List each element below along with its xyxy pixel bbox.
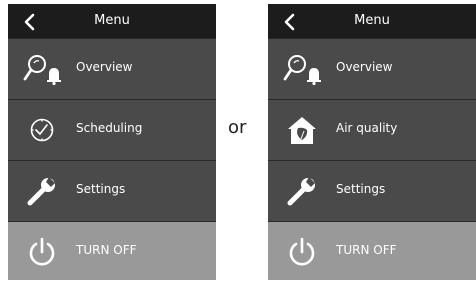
menu-item-label: Overview [76,60,133,74]
power-icon [29,237,55,266]
menu-item-label: Settings [76,182,126,196]
menu-title: Menu [354,13,390,28]
menu-item-label: Overview [336,60,393,74]
wrench-icon [27,177,55,206]
overview-icon [283,55,321,86]
menu-item-label: Settings [336,182,386,196]
menu-item-air-quality[interactable]: Air quality [268,100,476,160]
turn-off-button[interactable]: TURN OFF [8,222,216,280]
menu-item-label: Scheduling [76,121,143,135]
power-icon [289,237,315,266]
air-quality-icon [288,117,316,144]
menu-header: Menu [268,4,476,38]
turn-off-label: TURN OFF [336,243,397,257]
or-separator: or [228,117,247,138]
overview-icon [23,55,61,86]
wrench-icon [287,177,315,206]
menu-title: Menu [94,13,130,28]
menu-panel-left: Menu Overview Scheduling Settings TURN O… [8,4,216,280]
menu-item-label: Air quality [336,121,398,135]
menu-item-scheduling[interactable]: Scheduling [8,100,216,160]
turn-off-label: TURN OFF [76,243,137,257]
clock-icon [30,118,54,142]
menu-header: Menu [8,4,216,38]
menu-item-overview[interactable]: Overview [268,39,476,99]
menu-panel-right: Menu Overview Air quality Settings TURN … [268,4,476,280]
turn-off-button[interactable]: TURN OFF [268,222,476,280]
menu-item-settings[interactable]: Settings [268,161,476,221]
menu-item-settings[interactable]: Settings [8,161,216,221]
menu-item-overview[interactable]: Overview [8,39,216,99]
